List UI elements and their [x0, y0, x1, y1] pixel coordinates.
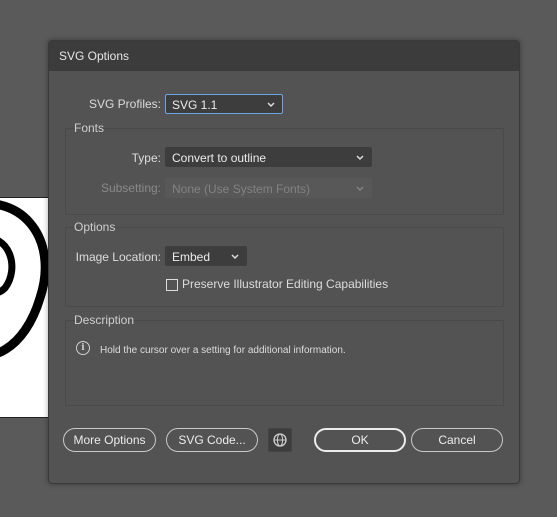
- more-options-button[interactable]: More Options: [63, 428, 156, 452]
- subsetting-value: None (Use System Fonts): [172, 182, 311, 196]
- canvas-artwork: [0, 197, 49, 418]
- svg-profiles-label: SVG Profiles:: [88, 97, 161, 111]
- description-group: [65, 320, 504, 406]
- font-type-value: Convert to outline: [172, 151, 267, 165]
- svg-options-dialog: SVG Options SVG Profiles: SVG 1.1 Fonts …: [48, 40, 520, 484]
- spiral-artwork: [0, 200, 48, 357]
- chevron-down-icon: [355, 179, 365, 207]
- preserve-editing-checkbox[interactable]: [166, 279, 178, 291]
- globe-icon: [273, 433, 287, 447]
- description-text: Hold the cursor over a setting for addit…: [100, 345, 346, 356]
- font-type-label: Type:: [131, 151, 161, 165]
- options-group-title: Options: [74, 220, 116, 234]
- image-location-value: Embed: [172, 250, 211, 264]
- description-group-title: Description: [74, 313, 135, 327]
- info-icon: i: [76, 341, 90, 355]
- svg-profiles-value: SVG 1.1: [172, 98, 218, 112]
- chevron-down-icon: [266, 95, 276, 123]
- chevron-down-icon: [355, 148, 365, 176]
- image-location-select[interactable]: Embed: [165, 246, 247, 266]
- preserve-editing-label[interactable]: Preserve Illustrator Editing Capabilitie…: [182, 277, 388, 291]
- image-location-label: Image Location:: [75, 250, 161, 264]
- dialog-title: SVG Options: [49, 41, 519, 71]
- subsetting-label: Subsetting:: [100, 181, 161, 195]
- fonts-group-title: Fonts: [74, 121, 105, 135]
- fonts-group: [65, 128, 504, 215]
- svg-profiles-select[interactable]: SVG 1.1: [165, 94, 283, 114]
- font-type-select[interactable]: Convert to outline: [165, 147, 372, 167]
- subsetting-select: None (Use System Fonts): [165, 178, 372, 198]
- svg-code-button[interactable]: SVG Code...: [166, 428, 258, 452]
- chevron-down-icon: [230, 247, 240, 275]
- cancel-button[interactable]: Cancel: [411, 428, 503, 452]
- options-group: [65, 227, 504, 307]
- web-preview-button[interactable]: [268, 428, 292, 452]
- ok-button[interactable]: OK: [314, 428, 406, 452]
